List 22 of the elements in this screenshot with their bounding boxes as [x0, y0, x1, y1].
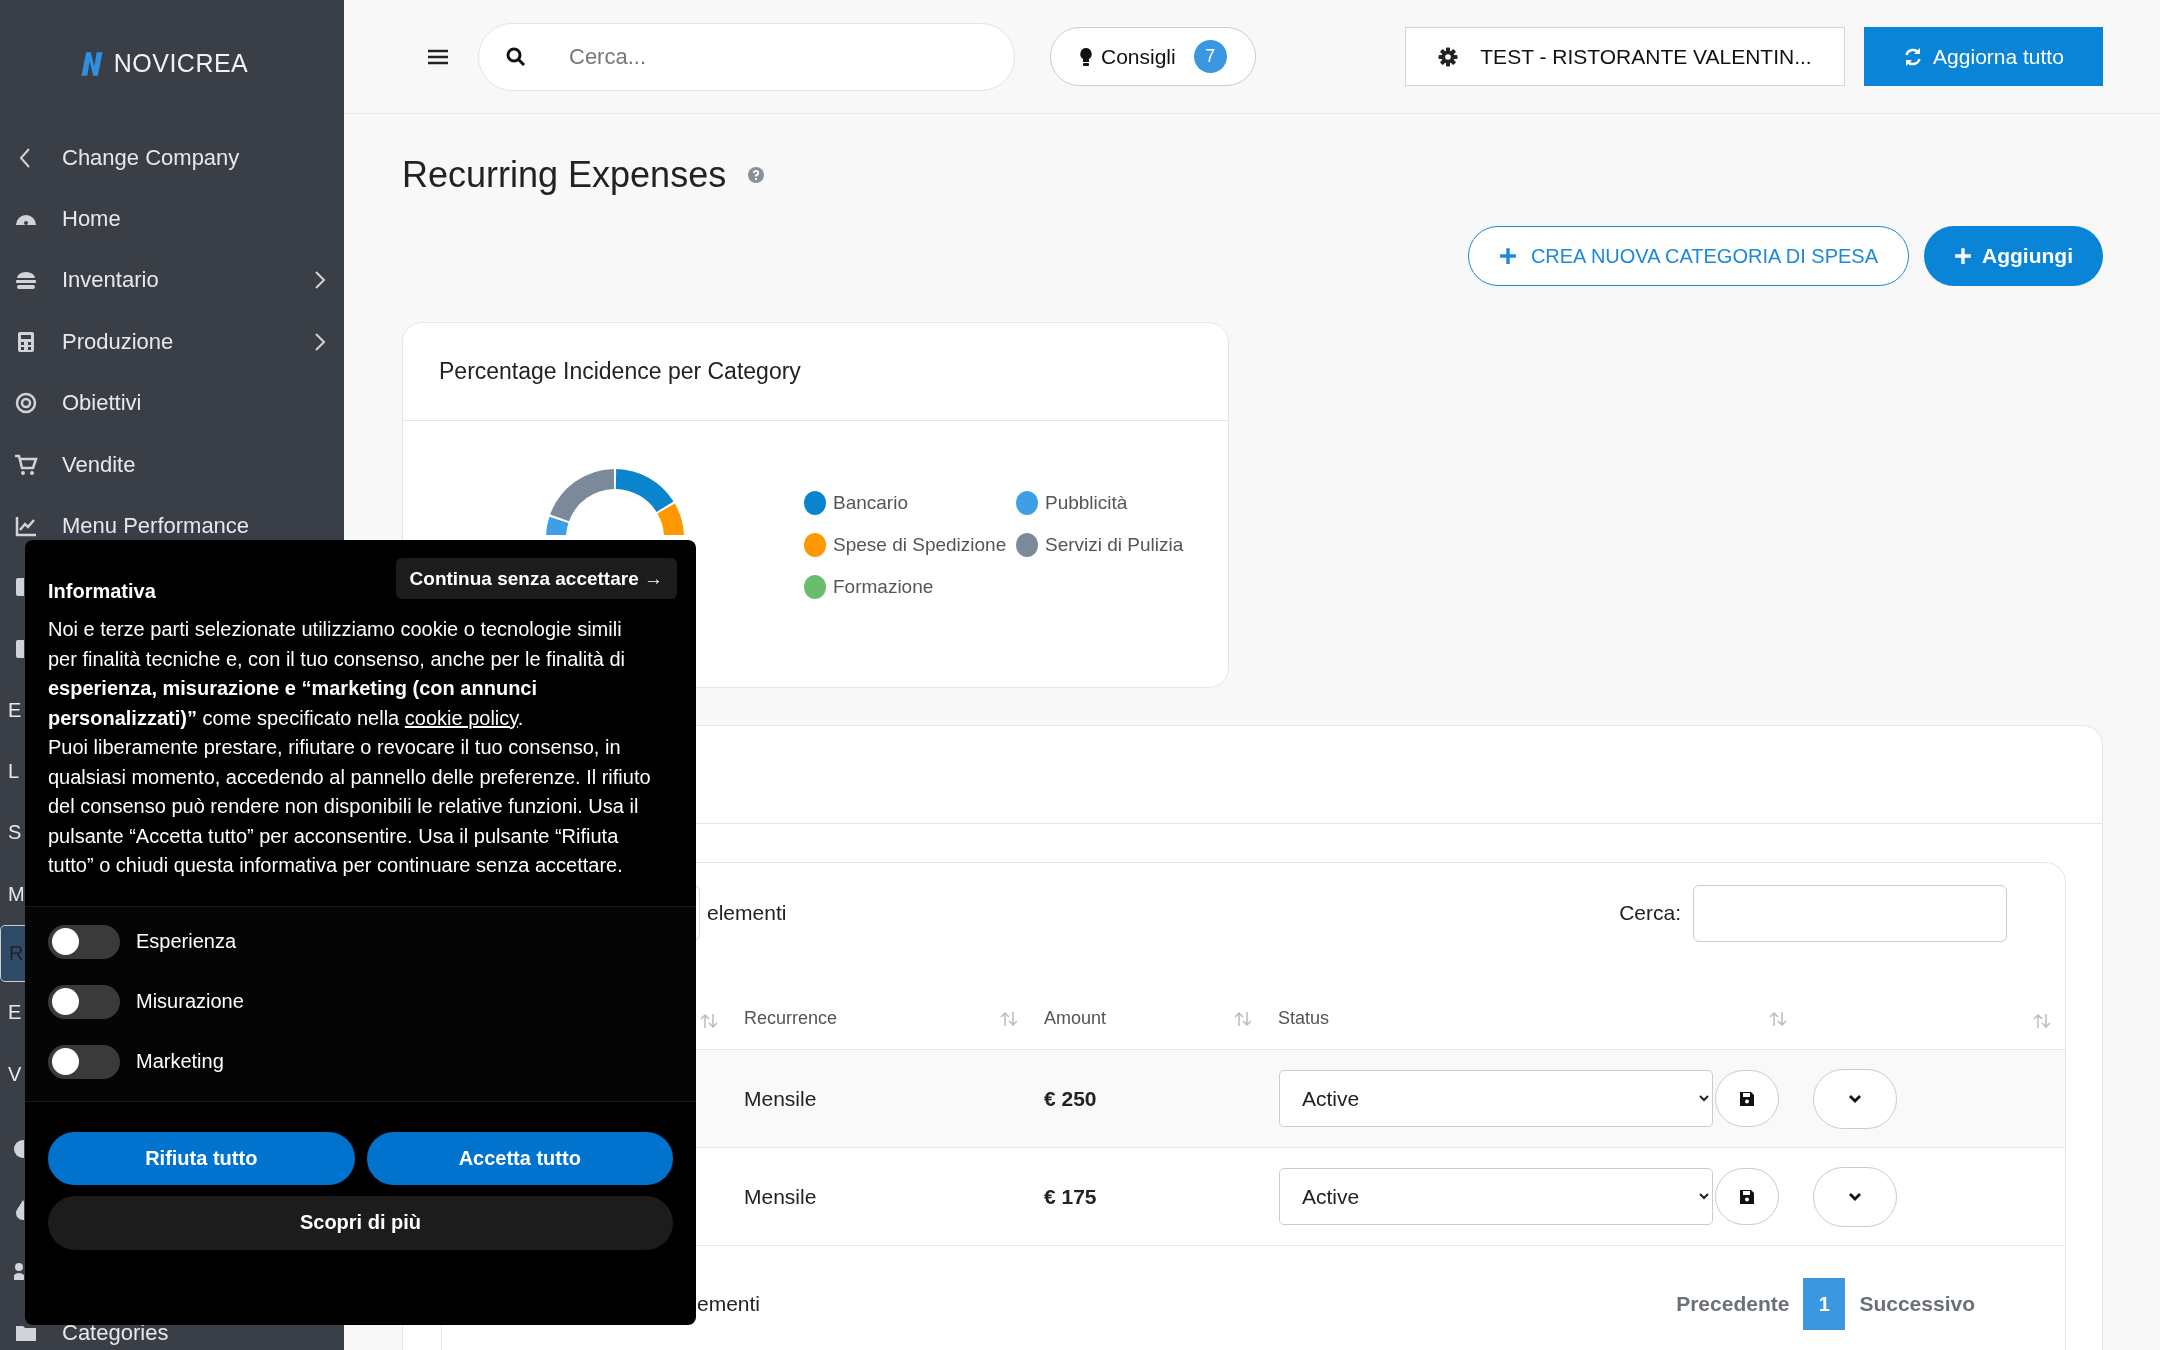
banner-title: Informativa	[48, 580, 156, 603]
table-cell: Mensile	[744, 1184, 817, 1209]
logo-text: NOVICREA	[113, 49, 249, 78]
table-cell: € 175	[1044, 1184, 1097, 1209]
consent-text: Puoi liberamente prestare, rifiutare o revocare il tuo consenso, in qualsiasi momento, accedendo al pannello delle preferenze. Il rifiuto del consenso può rendere non disponibili le relative funzioni. Usa il pulsante “Accetta tutto” per acconsentire. Usa il pulsante “Rifiuta tutto” o chiudi questa informativa per continuare senza accettare.	[47, 735, 652, 878]
length-label: elementi	[707, 901, 787, 925]
table-cell: Mensile	[744, 1086, 817, 1111]
card-title: Percentage Incidence per Category	[439, 358, 801, 385]
toggle-label: Misurazione	[136, 990, 244, 1013]
legend-label: Bancario	[833, 492, 908, 514]
table-info: ementi	[697, 1292, 761, 1316]
toggle-label: Marketing	[136, 1050, 224, 1073]
table-cell: € 250	[1044, 1086, 1097, 1111]
legend-label: Pubblicità	[1045, 492, 1128, 514]
legend-label: Servizi di Pulizia	[1045, 534, 1184, 556]
legend-label: Spese di Spedizione	[833, 534, 1007, 556]
toggle-label: Esperienza	[136, 930, 237, 953]
search-label: Cerca:	[1619, 901, 1681, 925]
count-badge: 7	[1193, 40, 1227, 73]
consent-text: Noi e terze parti selezionate utilizziamo cookie o tecnologie simili per finalità tecniche e, con il tuo consenso, anche per le finalità di esperienza, misurazione e “marketing (con annunci personalizzati)” come specificato nella cookie policy.	[47, 617, 627, 731]
legend-label: Formazione	[833, 576, 934, 598]
page-title: Recurring Expenses	[402, 154, 727, 196]
